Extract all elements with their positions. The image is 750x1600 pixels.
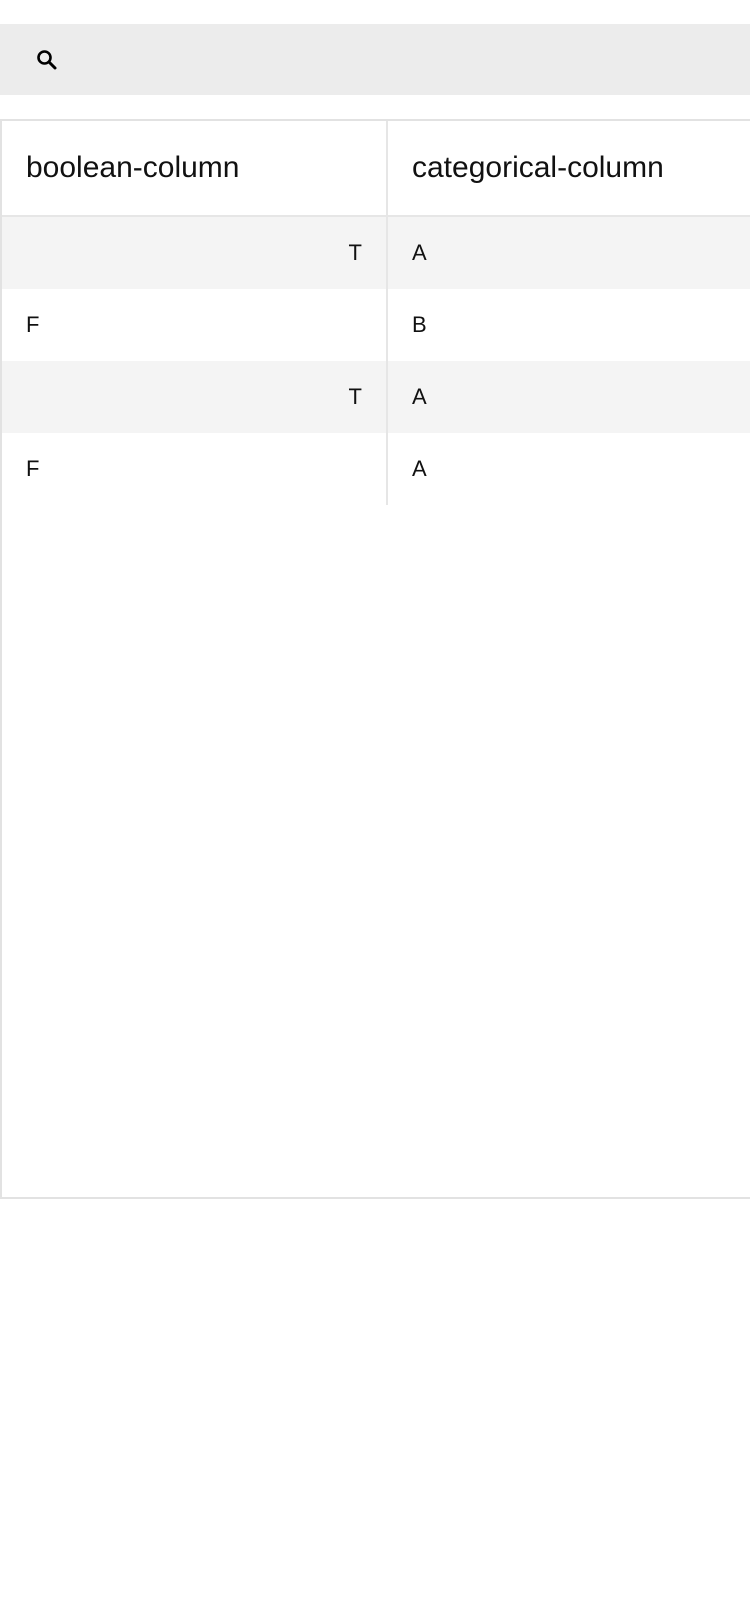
table-row[interactable]: F B xyxy=(2,289,750,361)
table-cell[interactable]: T xyxy=(2,361,388,433)
table-cell[interactable]: A xyxy=(388,433,750,505)
table-cell[interactable]: A xyxy=(388,217,750,289)
table-cell[interactable]: F xyxy=(2,433,388,505)
table-row[interactable]: T A xyxy=(2,217,750,289)
search-input[interactable] xyxy=(80,38,724,84)
data-grid: boolean-column categorical-column T A F … xyxy=(0,119,750,1199)
table-cell[interactable]: B xyxy=(388,289,750,361)
table-row[interactable]: T A xyxy=(2,361,750,433)
table-row[interactable]: F A xyxy=(2,433,750,505)
column-header-boolean[interactable]: boolean-column xyxy=(2,121,388,215)
header-row: boolean-column categorical-column xyxy=(2,121,750,217)
column-header-label: categorical-column xyxy=(412,151,664,184)
search-icon[interactable] xyxy=(35,48,59,72)
search-bar[interactable] xyxy=(0,24,750,95)
table-cell[interactable]: A xyxy=(388,361,750,433)
table-cell[interactable]: T xyxy=(2,217,388,289)
column-header-label: boolean-column xyxy=(26,151,240,184)
column-header-categorical[interactable]: categorical-column xyxy=(388,121,750,215)
table-cell[interactable]: F xyxy=(2,289,388,361)
